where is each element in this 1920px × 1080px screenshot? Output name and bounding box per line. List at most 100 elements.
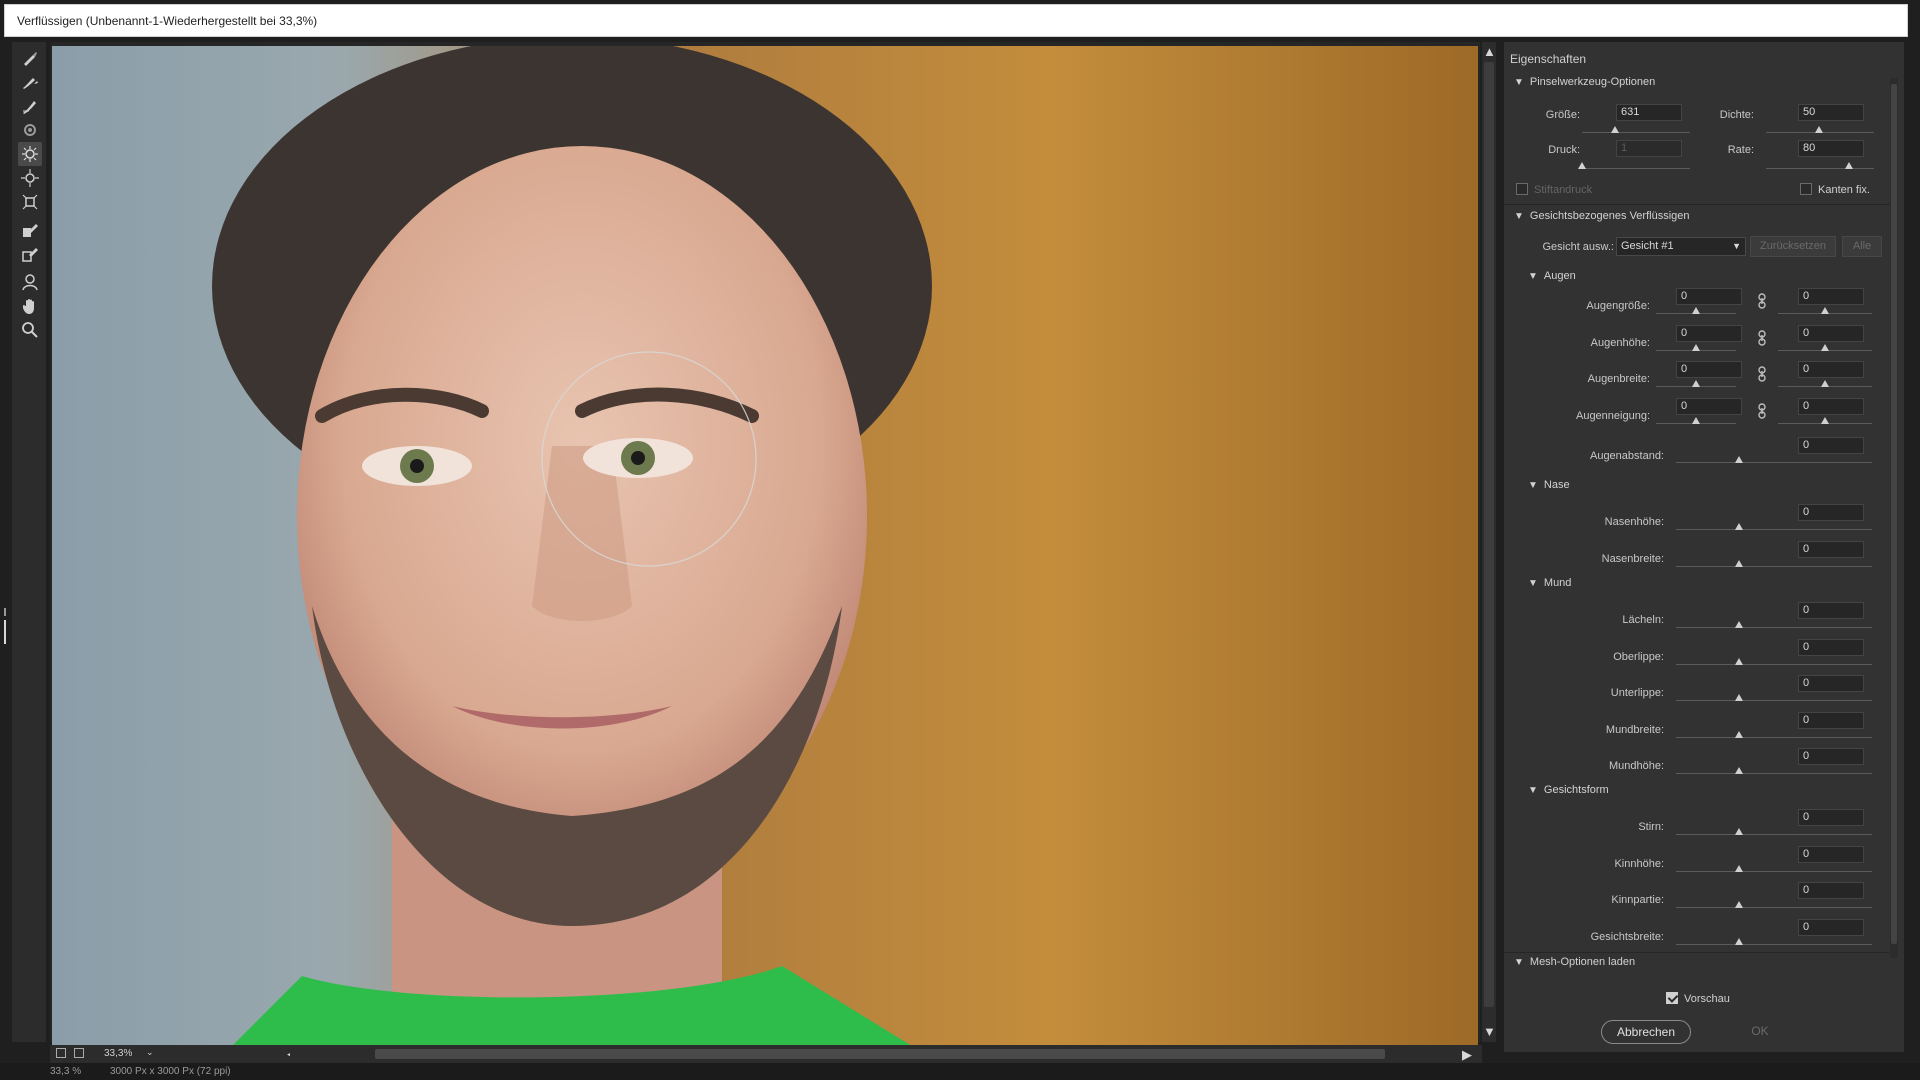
augen-section[interactable]: ▼ Augen	[1528, 270, 1576, 282]
gesichtsform-section[interactable]: ▼ Gesichtsform	[1528, 784, 1609, 796]
dichte-slider-thumb[interactable]	[1815, 126, 1823, 133]
vorschau-checkbox[interactable]	[1666, 992, 1678, 1004]
scroll-right-icon[interactable]: ▶	[1462, 1047, 1472, 1063]
mund-slider-thumb[interactable]	[1735, 694, 1743, 701]
reconstruct-brush-icon[interactable]	[18, 70, 42, 94]
groesse-slider-thumb[interactable]	[1611, 126, 1619, 133]
gesichtsform-slider-thumb[interactable]	[1735, 901, 1743, 908]
mesh-section[interactable]: ▼ Mesh-Optionen laden	[1514, 956, 1635, 968]
eye-right-slider-thumb[interactable]	[1821, 307, 1829, 314]
bloat-icon[interactable]	[18, 166, 42, 190]
smooth-brush-icon[interactable]	[18, 94, 42, 118]
link-icon[interactable]	[1757, 366, 1767, 382]
druck-slider-thumb[interactable]	[1578, 162, 1586, 169]
eye-left-input[interactable]: 0	[1676, 361, 1742, 378]
face-liquify-section[interactable]: ▼ Gesichtsbezogenes Verflüssigen	[1514, 210, 1690, 222]
eye-right-input[interactable]: 0	[1798, 398, 1864, 415]
gesicht-select[interactable]: Gesicht #1 ▼	[1616, 237, 1746, 256]
gesichtsform-slider-thumb[interactable]	[1735, 938, 1743, 945]
collapse-triangle-icon[interactable]: ▼	[1514, 957, 1524, 968]
nase-slider-thumb[interactable]	[1735, 560, 1743, 567]
mund-slider[interactable]	[1676, 737, 1872, 738]
reset-button[interactable]: Zurücksetzen	[1750, 236, 1836, 257]
collapse-triangle-icon[interactable]: ▼	[1528, 480, 1538, 491]
gesichtsform-input[interactable]: 0	[1798, 846, 1864, 863]
kanten-checkbox[interactable]	[1800, 183, 1812, 195]
stiftandruck-checkbox[interactable]	[1516, 183, 1528, 195]
scroll-thumb[interactable]	[1484, 62, 1494, 1007]
nase-input[interactable]: 0	[1798, 541, 1864, 558]
eye-left-slider-thumb[interactable]	[1692, 380, 1700, 387]
eye-right-slider-thumb[interactable]	[1821, 417, 1829, 424]
hscroll-thumb[interactable]	[375, 1049, 1385, 1059]
collapse-triangle-icon[interactable]: ▼	[1514, 77, 1524, 88]
eye-left-input[interactable]: 0	[1676, 288, 1742, 305]
panel-scroll-thumb[interactable]	[1891, 84, 1897, 944]
augenabstand-input[interactable]: 0	[1798, 437, 1864, 454]
brush-options-section[interactable]: ▼ Pinselwerkzeug-Optionen	[1514, 76, 1655, 88]
mund-input[interactable]: 0	[1798, 639, 1864, 656]
eye-left-input[interactable]: 0	[1676, 325, 1742, 342]
collapse-triangle-icon[interactable]: ▼	[1514, 211, 1524, 222]
gesichtsform-input[interactable]: 0	[1798, 882, 1864, 899]
link-icon[interactable]	[1757, 293, 1767, 309]
mund-slider-thumb[interactable]	[1735, 767, 1743, 774]
nase-slider[interactable]	[1676, 566, 1872, 567]
hand-icon[interactable]	[18, 294, 42, 318]
link-icon[interactable]	[1757, 403, 1767, 419]
mund-slider-thumb[interactable]	[1735, 658, 1743, 665]
mund-slider[interactable]	[1676, 627, 1872, 628]
gesichtsform-slider[interactable]	[1676, 944, 1872, 945]
gesichtsform-input[interactable]: 0	[1798, 919, 1864, 936]
gesichtsform-slider[interactable]	[1676, 834, 1872, 835]
augenabstand-slider-thumb[interactable]	[1735, 456, 1743, 463]
pucker-icon[interactable]	[18, 142, 42, 166]
nase-slider-thumb[interactable]	[1735, 523, 1743, 530]
mund-slider-thumb[interactable]	[1735, 621, 1743, 628]
view-single-icon[interactable]	[56, 1048, 66, 1058]
eye-right-slider-thumb[interactable]	[1821, 344, 1829, 351]
eye-right-slider-thumb[interactable]	[1821, 380, 1829, 387]
groesse-slider[interactable]	[1582, 132, 1690, 133]
eye-left-slider-thumb[interactable]	[1692, 417, 1700, 424]
thaw-mask-icon[interactable]	[18, 242, 42, 266]
eye-left-slider-thumb[interactable]	[1692, 344, 1700, 351]
mund-input[interactable]: 0	[1798, 748, 1864, 765]
image-canvas[interactable]	[52, 46, 1478, 1046]
nase-section[interactable]: ▼ Nase	[1528, 479, 1570, 491]
collapse-triangle-icon[interactable]: ▼	[1528, 271, 1538, 282]
push-left-icon[interactable]	[18, 190, 42, 214]
collapse-triangle-icon[interactable]: ▼	[1528, 785, 1538, 796]
canvas-vertical-scrollbar[interactable]: ▲ ▼	[1482, 42, 1496, 1042]
rate-slider-thumb[interactable]	[1845, 162, 1853, 169]
freeze-mask-icon[interactable]	[18, 218, 42, 242]
eye-left-input[interactable]: 0	[1676, 398, 1742, 415]
rate-slider[interactable]	[1766, 168, 1874, 169]
scroll-down-icon[interactable]: ▼	[1483, 1024, 1496, 1039]
panel-scrollbar[interactable]	[1890, 78, 1898, 958]
druck-input[interactable]: 1	[1616, 140, 1682, 157]
ok-button[interactable]: OK	[1715, 1020, 1805, 1044]
zoom-dropdown-icon[interactable]: ⌄	[146, 1047, 154, 1058]
mund-slider[interactable]	[1676, 664, 1872, 665]
warp-brush-icon[interactable]	[18, 46, 42, 70]
mund-section[interactable]: ▼ Mund	[1528, 577, 1571, 589]
link-icon[interactable]	[1757, 330, 1767, 346]
nase-slider[interactable]	[1676, 529, 1872, 530]
zoom-icon[interactable]	[18, 318, 42, 342]
face-icon[interactable]	[18, 270, 42, 294]
mund-slider[interactable]	[1676, 700, 1872, 701]
mund-input[interactable]: 0	[1798, 712, 1864, 729]
all-button[interactable]: Alle	[1842, 236, 1882, 257]
eye-right-input[interactable]: 0	[1798, 288, 1864, 305]
canvas-horizontal-scrollbar[interactable]: ▶	[290, 1047, 1480, 1063]
zoom-level[interactable]: 33,3%	[104, 1048, 132, 1059]
nase-input[interactable]: 0	[1798, 504, 1864, 521]
collapse-triangle-icon[interactable]: ▼	[1528, 578, 1538, 589]
twirl-icon[interactable]	[18, 118, 42, 142]
gesichtsform-slider-thumb[interactable]	[1735, 865, 1743, 872]
cancel-button[interactable]: Abbrechen	[1601, 1020, 1691, 1044]
eye-right-input[interactable]: 0	[1798, 361, 1864, 378]
eye-right-input[interactable]: 0	[1798, 325, 1864, 342]
mund-input[interactable]: 0	[1798, 602, 1864, 619]
